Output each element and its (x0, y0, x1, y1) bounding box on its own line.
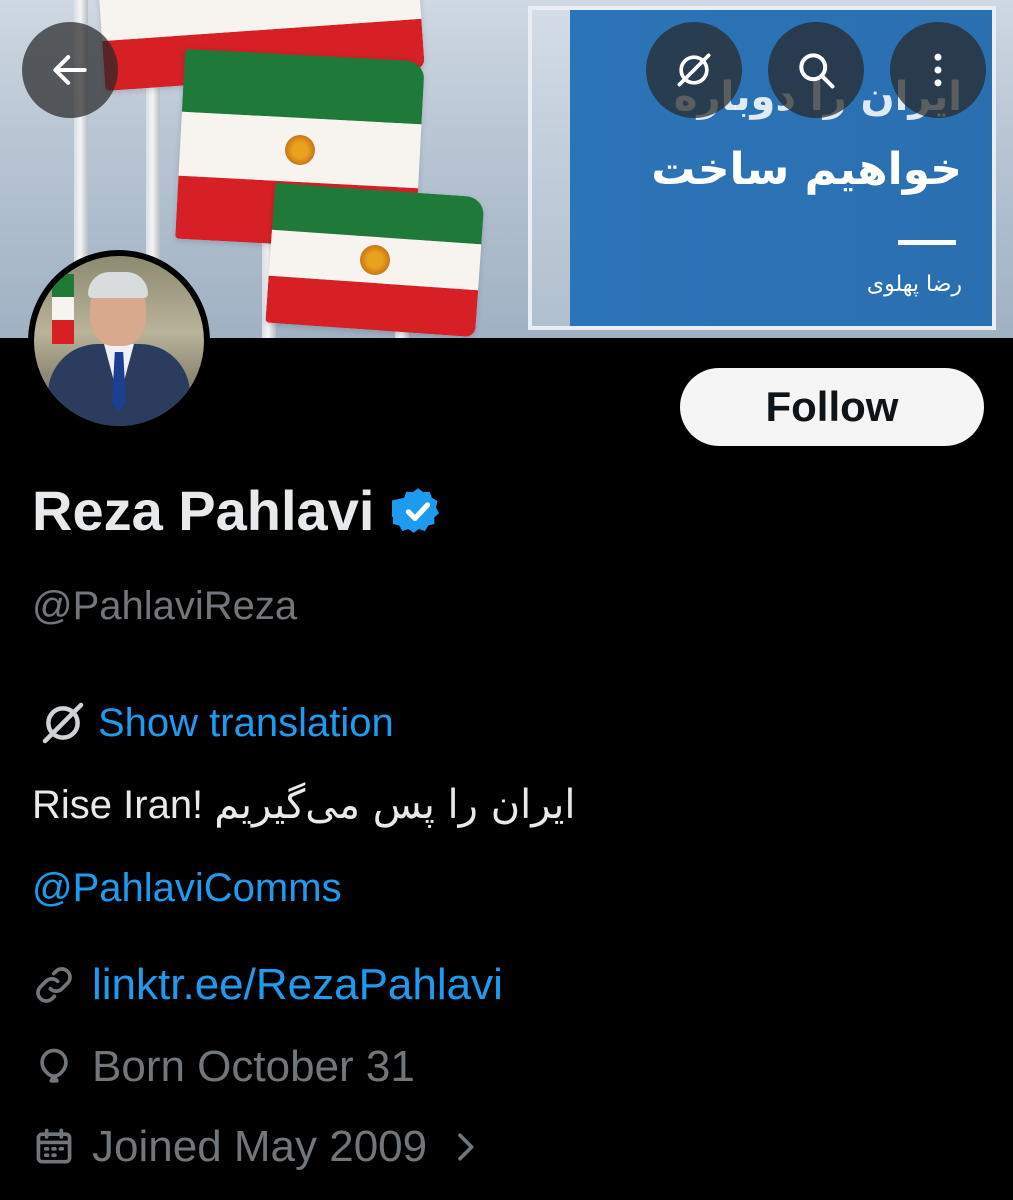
chevron-right-icon (458, 1133, 474, 1161)
bio-text-en: Rise Iran! (32, 783, 204, 827)
profile-birthday: Born October 31 (32, 1042, 415, 1092)
search-icon (799, 53, 835, 89)
grok-translate-icon (42, 702, 84, 744)
balloon-icon (40, 1048, 68, 1083)
arrow-left-icon (53, 55, 87, 85)
profile-bio: Rise Iran! ایران را پس می‌گیریم (32, 782, 576, 828)
show-translation-label: Show translation (98, 700, 394, 745)
translate-button[interactable] (646, 22, 742, 118)
search-button[interactable] (768, 22, 864, 118)
joined-text: Joined May 2009 (92, 1122, 428, 1171)
profile-website: linktr.ee/RezaPahlavi (32, 960, 503, 1010)
banner-text-line2: خواهیم ساخت (651, 144, 962, 195)
bio-text-fa: ایران را پس می‌گیریم (214, 782, 576, 828)
more-button[interactable] (890, 22, 986, 118)
avatar-photo (34, 256, 204, 426)
birthday-text: Born October 31 (92, 1042, 415, 1091)
show-translation-link[interactable]: Show translation (36, 696, 394, 750)
display-name: Reza Pahlavi (32, 479, 375, 542)
website-link[interactable]: linktr.ee/RezaPahlavi (92, 960, 503, 1010)
profile-name-row: Reza Pahlavi (32, 478, 444, 543)
banner-divider (898, 240, 956, 245)
profile-joined[interactable]: Joined May 2009 (32, 1122, 485, 1172)
iran-flag-image (265, 182, 485, 338)
bio-mention-link[interactable]: @PahlaviComms (32, 866, 342, 911)
more-vertical-icon (934, 53, 942, 87)
grok-translate-icon (677, 53, 711, 87)
username-handle: @PahlaviReza (32, 584, 298, 628)
back-button[interactable] (22, 22, 118, 118)
follow-button[interactable]: Follow (680, 368, 984, 446)
link-icon (36, 967, 72, 1003)
banner-signature: رضا پهلوی (866, 272, 962, 297)
verified-badge-icon[interactable] (392, 485, 444, 537)
avatar[interactable] (28, 250, 210, 432)
calendar-icon (36, 1128, 72, 1164)
